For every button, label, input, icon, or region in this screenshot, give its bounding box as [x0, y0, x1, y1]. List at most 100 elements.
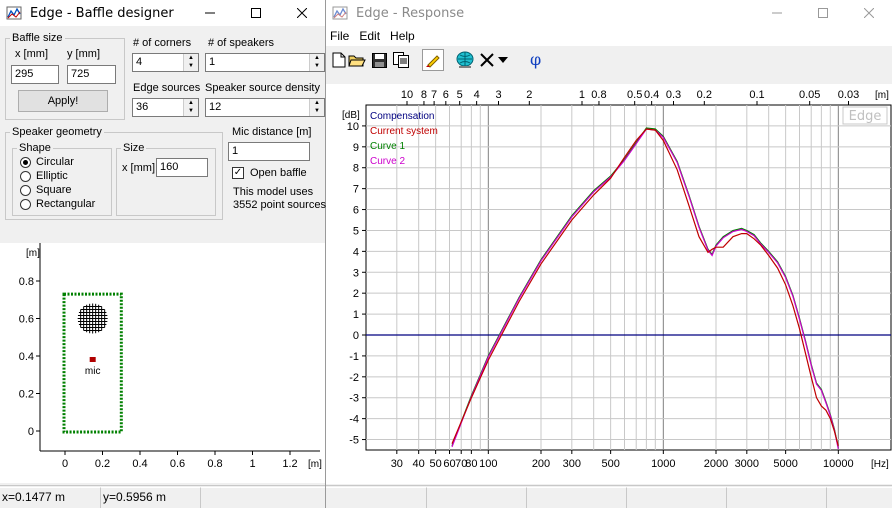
speakers-spinner[interactable]: 1 ▲ ▼: [205, 53, 325, 72]
y-tick-label: 4: [353, 246, 359, 258]
model-info-line1: This model uses: [233, 186, 314, 198]
shape-elliptic-radio[interactable]: Elliptic: [20, 170, 68, 182]
source-density-spinner[interactable]: 12 ▲ ▼: [205, 98, 325, 117]
y-tick-label: 9: [353, 142, 359, 154]
baffle-title-bar[interactable]: Edge - Baffle designer: [0, 0, 325, 26]
y-tick-label: 7: [353, 184, 359, 196]
geometry-x-tick-label: 0.2: [95, 458, 110, 470]
geometry-y-tick-label: 0.8: [19, 276, 34, 288]
top-tick-label: 0.8: [591, 89, 606, 101]
spin-up-icon[interactable]: ▲: [310, 99, 324, 107]
geometry-y-tick-label: 0.4: [19, 351, 34, 363]
copy-icon: [393, 52, 409, 68]
minimize-button[interactable]: [187, 0, 233, 26]
top-tick-label: 8: [421, 89, 427, 101]
y-tick-label: 8: [353, 163, 359, 175]
menu-edit[interactable]: Edit: [355, 29, 386, 43]
shape-circular-radio[interactable]: Circular: [20, 156, 74, 168]
baffle-x-field[interactable]: 295: [11, 65, 59, 84]
close-icon: [297, 8, 307, 18]
y-tick-label: -3: [349, 393, 359, 405]
source-density-value: 12: [209, 101, 222, 113]
y-tick-label: 5: [353, 225, 359, 237]
maximize-button[interactable]: [800, 0, 846, 26]
frequency-response-chart[interactable]: 109876543210-1-2-3-4-5[dB]30 40 50 60 7080 10…: [326, 84, 892, 484]
corners-label: # of corners: [133, 37, 192, 49]
baffle-status-bar: x=0.1477 m y=0.5956 m: [0, 485, 325, 508]
top-tick-label: 0.05: [799, 89, 820, 101]
top-tick-label: 3: [495, 89, 501, 101]
curve-dropdown-button[interactable]: [496, 49, 510, 71]
geometry-x-tick-label: 0: [62, 458, 68, 470]
spin-up-icon[interactable]: ▲: [310, 54, 324, 62]
shape-square-radio[interactable]: Square: [20, 184, 71, 196]
legend-entry: Curve 1: [370, 141, 405, 152]
spin-down-icon[interactable]: ▼: [184, 62, 198, 70]
minimize-icon: [205, 12, 215, 14]
x-tick-label: 500: [601, 458, 619, 470]
toolbar: φ: [326, 46, 892, 74]
spin-up-icon[interactable]: ▲: [184, 99, 198, 107]
copy-button[interactable]: [390, 49, 412, 71]
spin-down-icon[interactable]: ▼: [310, 62, 324, 70]
geometry-x-tick-label: 0.4: [132, 458, 147, 470]
top-axis-unit: [m]: [875, 90, 889, 101]
status-cell: [626, 487, 726, 508]
save-button[interactable]: [368, 49, 390, 71]
maximize-icon: [251, 8, 261, 18]
baffle-y-label: y [mm]: [67, 48, 100, 60]
legend-entry: Current system: [370, 126, 438, 137]
spin-down-icon[interactable]: ▼: [310, 107, 324, 115]
minimize-button[interactable]: [754, 0, 800, 26]
open-baffle-checkbox[interactable]: ✓ Open baffle: [232, 167, 307, 179]
x-tick-label: 40: [413, 458, 425, 470]
y-tick-label: 3: [353, 267, 359, 279]
y-tick-label: -5: [349, 435, 359, 447]
open-button[interactable]: [346, 49, 368, 71]
close-icon: [864, 8, 874, 18]
top-tick-label: 4: [474, 89, 480, 101]
size-label: Size: [121, 142, 147, 154]
x-tick-label: 80: [465, 458, 477, 470]
maximize-button[interactable]: [233, 0, 279, 26]
response-window: Edge - Response File Edit Help φ 10 9 8 …: [326, 0, 892, 508]
dropdown-arrow-icon: [498, 57, 508, 63]
globe-button[interactable]: [454, 49, 476, 71]
edge-sources-spinner[interactable]: 36 ▲ ▼: [132, 98, 199, 117]
baffle-geometry-plot[interactable]: [m] [m] 0.8 0.6 0.4 0.2 0 0 0.2 0.4 0.6 0.8 1 1.2 mic: [0, 243, 325, 483]
menu-help[interactable]: Help: [386, 29, 421, 43]
y-tick-label: 1: [353, 309, 359, 321]
geometry-y-tick-label: 0.2: [19, 389, 34, 401]
geometry-x-unit: [m]: [308, 459, 322, 470]
x-tick-label: 1000: [651, 458, 675, 470]
response-title-bar[interactable]: Edge - Response: [326, 0, 892, 26]
shape-rectangular-radio[interactable]: Rectangular: [20, 198, 95, 210]
svg-text:φ: φ: [530, 51, 541, 69]
baffle-designer-window: Edge - Baffle designer Baffle size x [mm…: [0, 0, 326, 508]
top-tick-label: 2: [526, 89, 532, 101]
top-tick-label: 0.1: [749, 89, 764, 101]
window-title: Edge - Baffle designer: [30, 5, 174, 21]
status-cell: [326, 487, 426, 508]
x-tick-label: 30: [391, 458, 403, 470]
mic-distance-field[interactable]: 1: [228, 142, 310, 161]
menu-file[interactable]: File: [326, 29, 355, 43]
spin-down-icon[interactable]: ▼: [184, 107, 198, 115]
spin-up-icon[interactable]: ▲: [184, 54, 198, 62]
close-button[interactable]: [279, 0, 325, 26]
phase-button[interactable]: φ: [524, 49, 546, 71]
baffle-y-field[interactable]: 725: [67, 65, 116, 84]
close-button[interactable]: [846, 0, 892, 26]
speakers-value: 1: [209, 56, 216, 68]
y-tick-label: -4: [349, 414, 359, 426]
corners-spinner[interactable]: 4 ▲ ▼: [132, 53, 199, 72]
top-tick-label: 7: [431, 89, 437, 101]
draw-button[interactable]: [422, 49, 444, 71]
speaker-size-field[interactable]: 160: [156, 158, 208, 177]
status-cell: [826, 487, 892, 508]
status-cell: [426, 487, 526, 508]
size-x-label: x [mm]: [122, 162, 155, 174]
apply-button[interactable]: Apply!: [18, 90, 108, 112]
edge-sources-value: 36: [136, 101, 149, 113]
delete-curve-button[interactable]: [476, 49, 498, 71]
